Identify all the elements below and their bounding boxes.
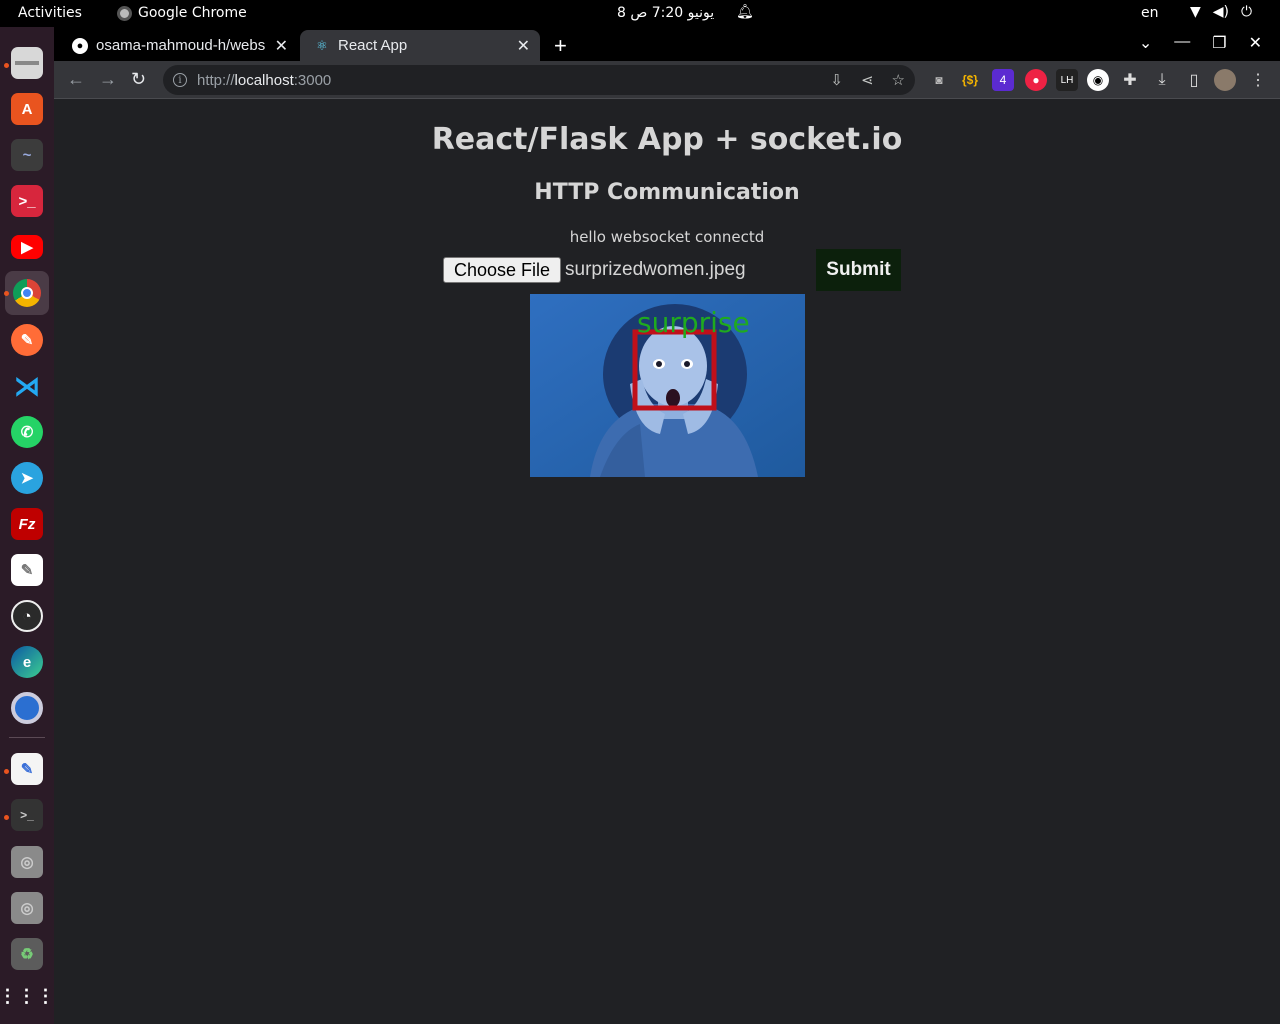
download-icon[interactable]: ⤓ [1151, 69, 1173, 91]
trash-icon[interactable]: ♻ [11, 938, 43, 970]
running-indicator [4, 63, 9, 68]
terminal-icon[interactable]: >_ [11, 799, 43, 831]
reload-icon[interactable]: ↻ [131, 69, 146, 90]
chromium-icon[interactable] [11, 692, 43, 724]
notification-bell-icon[interactable]: 🔔︎ [736, 4, 754, 20]
app-menu-label: Google Chrome [138, 5, 247, 21]
system-status-area[interactable]: ▼ ◀) ⏻ [1190, 4, 1252, 20]
browser-toolbar: ← → ↻ i http:// localhost :3000 ⇩ ⋖ ☆ ◙ … [54, 61, 1280, 99]
filezilla-icon[interactable]: Fz [11, 508, 43, 540]
tab-react-app[interactable]: ⚛ React App ✕ [300, 30, 540, 61]
postman-icon[interactable]: ✎ [11, 324, 43, 356]
whatsapp-icon[interactable]: ✆ [11, 416, 43, 448]
disk-icon[interactable]: ◎ [11, 846, 43, 878]
share-icon[interactable]: ⋖ [861, 71, 874, 89]
system-top-bar: Activities Google Chrome 8 يونيو 7:20 ص … [0, 0, 1280, 27]
youtube-icon[interactable]: ▶ [11, 235, 43, 259]
wifi-icon: ▼ [1190, 4, 1201, 20]
info-icon[interactable]: i [173, 73, 187, 87]
app-grid-icon[interactable]: ⋮⋮⋮ [0, 980, 55, 1012]
socket-status: hello websocket connectd [569, 228, 765, 246]
react-icon: ⚛ [316, 37, 328, 53]
back-icon[interactable]: ← [67, 69, 85, 90]
address-bar[interactable]: i http:// localhost :3000 ⇩ ⋖ ☆ [163, 65, 915, 95]
page-content: React/Flask App + socket.io HTTP Communi… [54, 100, 1280, 1024]
extension-badge-icon[interactable]: 4 [992, 69, 1014, 91]
choose-file-button[interactable]: Choose File [443, 257, 561, 283]
bookmark-star-icon[interactable]: ☆ [892, 71, 905, 89]
tab-title: React App [338, 37, 408, 54]
side-panel-icon[interactable]: ▯ [1183, 69, 1205, 91]
tab-search-icon[interactable]: ⌄ [1139, 33, 1152, 53]
disk-icon[interactable]: ◎ [11, 892, 43, 924]
result-image-drawing: surprise [530, 294, 805, 477]
extension-circle-icon[interactable]: ◉ [1087, 69, 1109, 91]
result-image: surprise [530, 294, 805, 477]
submit-button[interactable]: Submit [816, 249, 901, 291]
telegram-icon[interactable]: ➤ [11, 462, 43, 494]
tab-github[interactable]: ● osama-mahmoud-h/webs ✕ [54, 30, 298, 61]
omnibox-actions: ⇩ ⋖ ☆ [830, 71, 905, 89]
terminal-red-icon[interactable]: >_ [11, 185, 43, 217]
files-icon[interactable] [11, 47, 43, 79]
power-icon: ⏻ [1241, 4, 1253, 20]
app-menu[interactable]: Google Chrome [117, 5, 247, 21]
window-controls: ⌄ — ❐ ✕ [1139, 33, 1262, 53]
obs-icon[interactable]: ◔ [11, 600, 43, 632]
forward-icon[interactable]: → [99, 69, 117, 90]
lighthouse-icon[interactable]: LH [1056, 69, 1078, 91]
running-indicator [4, 815, 9, 820]
vscode-icon[interactable]: ⋊ [11, 370, 43, 402]
restore-icon[interactable]: ❐ [1212, 33, 1226, 53]
clock[interactable]: 8 يونيو 7:20 ص [617, 5, 714, 21]
extensions-puzzle-icon[interactable]: ✚ [1119, 69, 1141, 91]
json-extension-icon[interactable]: {$} [959, 69, 981, 91]
activities-button[interactable]: Activities [18, 5, 82, 21]
page-subtitle: HTTP Communication [534, 180, 800, 205]
inkscape-icon[interactable]: ✎ [11, 554, 43, 586]
tab-title: osama-mahmoud-h/webs [96, 37, 266, 54]
camera-extension-icon[interactable]: ◙ [928, 69, 950, 91]
text-editor-icon[interactable]: ✎ [11, 753, 43, 785]
install-icon[interactable]: ⇩ [830, 71, 843, 89]
chrome-active-bg[interactable] [5, 271, 49, 315]
github-icon: ● [72, 37, 88, 54]
system-monitor-icon[interactable]: ~ [11, 139, 43, 171]
url-host: localhost [234, 71, 294, 89]
extension-red-icon[interactable]: ● [1025, 69, 1047, 91]
selected-file-name: surprizedwomen.jpeg [565, 259, 746, 280]
close-icon[interactable]: ✕ [517, 36, 530, 56]
new-tab-icon[interactable]: + [554, 33, 567, 59]
running-indicator [4, 769, 9, 774]
emotion-label: surprise [637, 306, 750, 339]
chrome-icon [13, 279, 41, 307]
menu-kebab-icon[interactable]: ⋮ [1247, 69, 1269, 91]
close-icon[interactable]: ✕ [275, 36, 288, 56]
minimize-icon[interactable]: — [1174, 33, 1190, 53]
url-port: :3000 [293, 71, 332, 89]
language-indicator[interactable]: en [1141, 5, 1159, 21]
page-title: React/Flask App + socket.io [431, 122, 903, 157]
running-indicator [4, 291, 9, 296]
dock-separator [9, 737, 45, 738]
dock: A ~ >_ ▶ ✎ ⋊ ✆ ➤ Fz ✎ ◔ e ✎ >_ ◎ ◎ ♻ ⋮⋮⋮ [0, 27, 55, 1024]
edge-icon[interactable]: e [11, 646, 43, 678]
volume-icon: ◀) [1212, 4, 1230, 20]
tab-strip: ● osama-mahmoud-h/webs ✕ ⚛ React App ✕ +… [54, 27, 1280, 61]
ubuntu-software-icon[interactable]: A [11, 93, 43, 125]
avatar[interactable] [1214, 69, 1236, 91]
close-window-icon[interactable]: ✕ [1249, 33, 1262, 53]
url-scheme: http:// [197, 71, 235, 89]
chrome-small-icon [117, 5, 132, 21]
